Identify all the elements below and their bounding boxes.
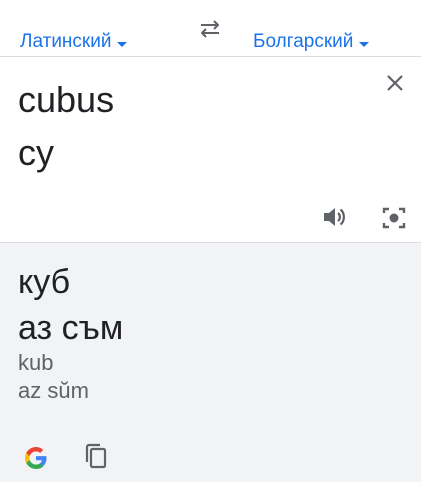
copy-icon[interactable]	[83, 443, 109, 471]
camera-lens-icon[interactable]	[381, 205, 407, 231]
translation-result-area: куб аз съм kub az sŭm	[0, 242, 421, 482]
translation-text[interactable]: куб аз съм	[18, 259, 123, 351]
translation-line: аз съм	[18, 309, 124, 347]
close-icon[interactable]	[383, 71, 407, 95]
bottom-strip	[0, 482, 421, 496]
translation-line: куб	[18, 263, 71, 301]
source-line: cubus	[18, 79, 115, 120]
source-language-label: Латинский	[20, 31, 112, 52]
swap-languages-icon[interactable]	[197, 18, 223, 40]
source-text[interactable]: cubus cy	[18, 73, 114, 179]
source-language-selector[interactable]: Латинский	[20, 31, 128, 53]
google-g-icon[interactable]	[23, 445, 49, 471]
language-bar: Латинский Болгарский	[0, 0, 421, 57]
transliteration-text: kub az sŭm	[18, 349, 89, 405]
source-text-area[interactable]: cubus cy	[0, 57, 421, 242]
transliteration-line: kub	[18, 350, 54, 375]
target-language-dropdown-icon	[359, 41, 370, 47]
target-language-selector[interactable]: Болгарский	[253, 31, 370, 53]
target-language-label: Болгарский	[253, 31, 354, 52]
source-language-dropdown-icon	[117, 41, 128, 47]
speaker-icon[interactable]	[321, 204, 347, 230]
source-line: cy	[18, 132, 54, 173]
transliteration-line: az sŭm	[18, 378, 89, 403]
